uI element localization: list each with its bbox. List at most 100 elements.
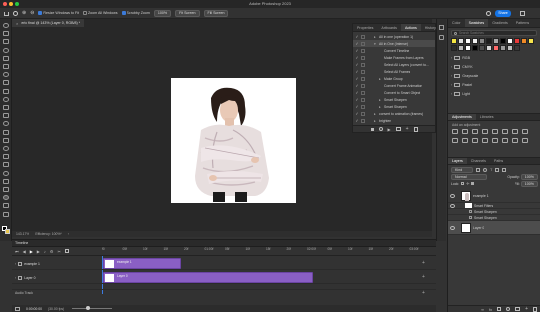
swatch[interactable] [521, 38, 527, 44]
black-white-adjustment-icon[interactable] [522, 129, 528, 134]
swatch[interactable] [493, 38, 499, 44]
action-item[interactable]: ✓ ▸ brighten [353, 117, 435, 124]
levels-adjustment-icon[interactable] [462, 129, 468, 134]
background-color-swatch[interactable] [5, 229, 10, 234]
expand-arrow-icon[interactable]: › [15, 262, 16, 266]
zoom-in-icon[interactable]: ⊕ [22, 10, 26, 16]
swatch[interactable] [500, 38, 506, 44]
action-item[interactable]: ✓ ▸ Smart Sharpen [353, 103, 435, 110]
swatch[interactable] [458, 38, 464, 44]
layer-row[interactable]: example 1 [448, 189, 540, 203]
swatch[interactable] [514, 38, 520, 44]
new-layer-icon[interactable]: + [525, 306, 528, 312]
swatch[interactable] [472, 45, 478, 51]
filter-kind-select[interactable]: Kind [451, 166, 473, 173]
expand-arrow-icon[interactable]: ▸ [379, 105, 382, 109]
color-lookup-adjustment-icon[interactable] [472, 138, 478, 143]
track-header[interactable]: › Layer 0 [12, 271, 100, 284]
home-icon[interactable] [4, 12, 9, 16]
action-item[interactable]: ✓ ▾ All in One (Intense) [353, 40, 435, 47]
timeline-track[interactable]: › example 1 example 1 + [12, 257, 436, 270]
hue-saturation-adjustment-icon[interactable] [502, 129, 508, 134]
toggle-check-icon[interactable]: ✓ [355, 62, 359, 67]
visibility-eye-icon[interactable] [450, 203, 455, 208]
toggle-check-icon[interactable]: ✓ [355, 55, 359, 60]
tab-channels[interactable]: Channels [467, 158, 490, 164]
audio-add-icon[interactable]: + [422, 290, 425, 296]
marquee-tool-icon[interactable] [3, 39, 9, 45]
action-item[interactable]: ✓ Select All Frames [353, 68, 435, 75]
blur-tool-icon[interactable] [3, 137, 9, 143]
swatch[interactable] [507, 38, 513, 44]
zoom-tool-icon[interactable] [3, 195, 9, 201]
swatch[interactable] [493, 45, 499, 51]
action-item[interactable]: ✓ ▸ Make Group [353, 75, 435, 82]
swatch[interactable] [507, 45, 513, 51]
eyedropper-tool-icon[interactable] [3, 80, 9, 86]
tab-color[interactable]: Color [448, 19, 465, 27]
frame-tool-icon[interactable] [3, 72, 9, 78]
zoom-out-icon[interactable]: ⊖ [30, 10, 34, 16]
quick-select-tool-icon[interactable] [3, 55, 9, 61]
filter-smart-icon[interactable] [502, 167, 507, 172]
properties-panel-icon[interactable] [439, 35, 444, 40]
tab-properties[interactable]: Properties [353, 24, 377, 31]
visibility-eye-icon[interactable] [450, 193, 455, 198]
cut-icon[interactable]: ✂ [57, 249, 60, 254]
dialog-toggle-icon[interactable] [361, 90, 365, 95]
dialog-toggle-icon[interactable] [361, 55, 365, 60]
play-icon[interactable]: ▶ [388, 127, 391, 132]
tab-swatches[interactable]: Swatches [464, 19, 489, 27]
play-timeline-icon[interactable]: ▶ [30, 249, 33, 254]
crop-tool-icon[interactable] [3, 64, 9, 69]
tab-layers[interactable]: Layers [448, 158, 467, 164]
lock-pixels-icon[interactable] [461, 182, 465, 185]
photo-filter-adjustment-icon[interactable] [452, 138, 458, 143]
toggle-check-icon[interactable]: ✓ [355, 76, 359, 81]
dodge-tool-icon[interactable] [3, 146, 9, 151]
history-brush-tool-icon[interactable] [3, 113, 9, 119]
expand-arrow-icon[interactable]: ▸ [374, 112, 377, 116]
document-canvas[interactable] [171, 78, 296, 203]
healing-tool-icon[interactable] [3, 88, 9, 94]
action-item[interactable]: ✓ ▸ All in one (operation 1) [353, 33, 435, 40]
brightness-adjustment-icon[interactable] [452, 129, 458, 134]
toggle-check-icon[interactable]: ✓ [355, 90, 359, 95]
tab-artboards[interactable]: Artboards [377, 24, 401, 31]
toggle-check-icon[interactable]: ✓ [355, 41, 359, 46]
lock-position-icon[interactable]: ✛ [466, 181, 469, 186]
fit-screen-button[interactable]: Fit Screen [175, 9, 200, 17]
vibrance-adjustment-icon[interactable] [492, 129, 498, 134]
move-tool-icon[interactable] [3, 23, 9, 28]
swatch-folder[interactable]: › Pastel [448, 80, 540, 89]
swatch[interactable] [500, 45, 506, 51]
workspace-icon[interactable] [520, 11, 525, 16]
add-mask-icon[interactable] [497, 307, 502, 311]
add-media-icon[interactable]: + [422, 260, 425, 266]
fill-input[interactable]: 100% [520, 180, 538, 187]
swatch[interactable] [479, 45, 485, 51]
filter-type-icon[interactable]: T [490, 167, 492, 172]
clone-stamp-tool-icon[interactable] [3, 105, 9, 110]
zoom-all-checkbox[interactable] [82, 11, 87, 15]
lasso-tool-icon[interactable] [3, 47, 9, 53]
expand-arrow-icon[interactable]: › [451, 92, 452, 96]
toggle-check-icon[interactable]: ✓ [355, 104, 359, 109]
toggle-check-icon[interactable]: ✓ [355, 34, 359, 39]
new-group-icon[interactable] [515, 307, 521, 311]
invert-adjustment-icon[interactable] [482, 138, 488, 143]
dialog-toggle-icon[interactable] [361, 48, 365, 53]
dialog-toggle-icon[interactable] [361, 62, 365, 67]
brush-tool-icon[interactable] [3, 96, 9, 102]
toggle-check-icon[interactable]: ✓ [355, 69, 359, 74]
dialog-toggle-icon[interactable] [361, 41, 365, 46]
layer-row[interactable]: Layer 0 [448, 221, 540, 235]
audio-track-row[interactable]: Audio Track + [12, 289, 436, 296]
expand-arrow-icon[interactable]: ▸ [374, 119, 377, 123]
swatch[interactable] [486, 38, 492, 44]
action-item[interactable]: ✓ Convert Frame Animation [353, 82, 435, 89]
history-panel-icon[interactable] [439, 25, 444, 30]
close-tab-icon[interactable]: × [16, 21, 18, 26]
expand-arrow-icon[interactable]: › [451, 56, 452, 60]
expand-arrow-icon[interactable]: ▸ [379, 77, 382, 81]
